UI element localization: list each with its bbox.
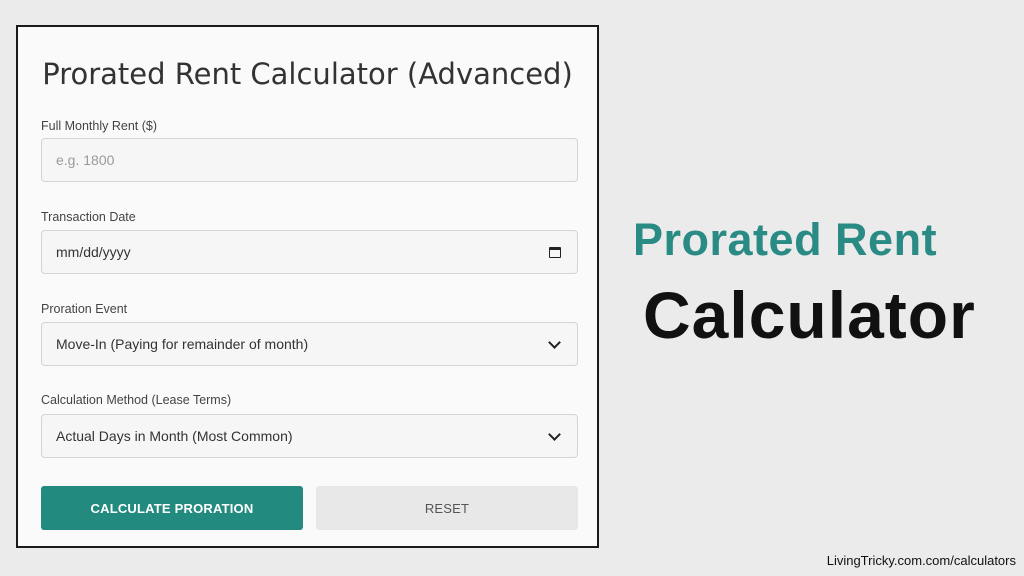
method-selected-value: Actual Days in Month (Most Common) — [56, 428, 293, 444]
rent-input[interactable] — [56, 152, 563, 168]
chevron-down-icon — [548, 427, 561, 441]
calculate-button[interactable]: CALCULATE PRORATION — [41, 486, 303, 530]
method-label: Calculation Method (Lease Terms) — [41, 393, 232, 407]
reset-button[interactable]: RESET — [316, 486, 578, 530]
event-selected-value: Move-In (Paying for remainder of month) — [56, 336, 309, 352]
event-label: Proration Event — [41, 302, 128, 316]
rent-field[interactable] — [41, 138, 578, 182]
rent-label: Full Monthly Rent ($) — [41, 119, 158, 133]
date-value: mm/dd/yyyy — [56, 244, 131, 260]
promo-heading-line1: Prorated Rent — [633, 214, 938, 265]
calculator-title: Prorated Rent Calculator (Advanced) — [42, 57, 573, 91]
calculator-card: Prorated Rent Calculator (Advanced) Full… — [16, 25, 599, 548]
date-field[interactable]: mm/dd/yyyy — [41, 230, 578, 274]
calendar-icon[interactable] — [549, 246, 561, 258]
date-label: Transaction Date — [41, 210, 136, 224]
method-select[interactable]: Actual Days in Month (Most Common) — [41, 414, 578, 458]
footer-url: LivingTricky.com.com/calculators — [826, 553, 1016, 568]
event-select[interactable]: Move-In (Paying for remainder of month) — [41, 322, 578, 366]
chevron-down-icon — [548, 335, 561, 349]
promo-heading-line2: Calculator — [643, 278, 976, 352]
